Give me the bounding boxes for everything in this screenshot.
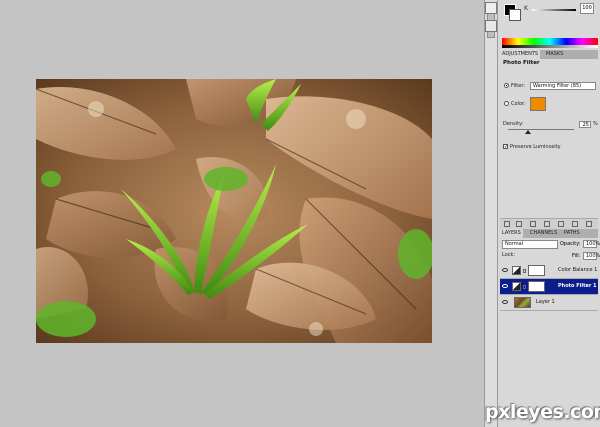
layer-name: Color Balance 1 bbox=[558, 267, 598, 273]
layer-image-thumbnail bbox=[514, 297, 531, 308]
filter-select[interactable]: Warming Filter (85) bbox=[530, 82, 596, 90]
return-to-list-icon[interactable] bbox=[504, 221, 510, 227]
k-channel-label: K bbox=[524, 5, 528, 12]
opacity-field[interactable]: 100% bbox=[583, 240, 600, 248]
density-slider-track[interactable] bbox=[508, 129, 574, 130]
adjustment-title: Photo Filter bbox=[503, 60, 540, 66]
expand-view-icon[interactable] bbox=[516, 221, 522, 227]
panel-dock-icon[interactable] bbox=[485, 20, 497, 32]
site-watermark: pxleyes.com bbox=[485, 401, 600, 423]
tab-paths[interactable]: PATHS bbox=[562, 229, 582, 238]
layers-tab-bar: LAYERS CHANNELS PATHS bbox=[500, 229, 598, 238]
vertical-scrollbar[interactable] bbox=[484, 0, 498, 427]
color-radio[interactable] bbox=[504, 101, 509, 106]
fill-label: Fill: bbox=[572, 253, 581, 259]
link-chain-icon[interactable] bbox=[523, 269, 526, 273]
fill-field[interactable]: 100% bbox=[583, 252, 600, 260]
adjustments-tab-bar: ADJUSTMENTS MASKS bbox=[500, 50, 598, 59]
photo-leaves-sprout[interactable] bbox=[36, 79, 432, 343]
link-chain-icon[interactable] bbox=[523, 285, 526, 289]
reset-icon[interactable] bbox=[572, 221, 578, 227]
density-value[interactable]: 25 bbox=[579, 121, 591, 128]
color-label: Color: bbox=[511, 101, 526, 107]
lock-label: Lock: bbox=[502, 252, 516, 258]
adjustment-layer-icon bbox=[512, 282, 521, 291]
grayscale-ramp[interactable] bbox=[502, 45, 598, 48]
color-spectrum-bar[interactable] bbox=[502, 38, 598, 45]
tab-adjustments[interactable]: ADJUSTMENTS bbox=[500, 50, 541, 59]
k-channel-slider[interactable] bbox=[532, 9, 576, 11]
opacity-label: Opacity: bbox=[560, 241, 581, 247]
layer-name: Photo Filter 1 bbox=[558, 283, 597, 289]
visibility-icon[interactable] bbox=[544, 221, 550, 227]
layer-row-photo-filter[interactable]: Photo Filter 1 bbox=[500, 279, 598, 295]
photo-image bbox=[36, 79, 432, 343]
clip-layer-icon[interactable] bbox=[530, 221, 536, 227]
panel-collapse-icon[interactable] bbox=[485, 2, 497, 14]
document-canvas[interactable] bbox=[0, 0, 484, 427]
visibility-eye-icon[interactable] bbox=[502, 300, 508, 304]
tab-channels[interactable]: CHANNELS bbox=[528, 229, 559, 238]
k-channel-value[interactable]: 100 bbox=[580, 3, 594, 14]
layer-row-color-balance[interactable]: Color Balance 1 bbox=[500, 263, 598, 279]
visibility-eye-icon[interactable] bbox=[502, 284, 508, 288]
filter-radio[interactable] bbox=[504, 83, 509, 88]
tab-masks[interactable]: MASKS bbox=[544, 50, 565, 59]
delete-adjustment-icon[interactable] bbox=[586, 221, 592, 227]
adjustments-footer bbox=[500, 218, 598, 229]
layer-mask-thumbnail[interactable] bbox=[528, 281, 545, 292]
density-label: Density: bbox=[503, 121, 524, 127]
adjustment-layer-icon bbox=[512, 266, 521, 275]
layer-row-layer-1[interactable]: Layer 1 bbox=[500, 295, 598, 311]
density-slider-handle[interactable] bbox=[525, 130, 531, 134]
density-unit: % bbox=[593, 121, 598, 127]
previous-state-icon[interactable] bbox=[558, 221, 564, 227]
preserve-luminosity-checkbox[interactable]: ✓ bbox=[503, 144, 508, 150]
tab-layers[interactable]: LAYERS bbox=[500, 229, 523, 238]
preserve-luminosity-label: Preserve Luminosity bbox=[510, 144, 561, 150]
color-panel: K 100 bbox=[502, 2, 598, 21]
filter-color-swatch[interactable] bbox=[530, 97, 546, 111]
layer-mask-thumbnail[interactable] bbox=[528, 265, 545, 276]
layer-name: Layer 1 bbox=[536, 299, 555, 305]
filter-label: Filter: bbox=[511, 83, 525, 89]
visibility-eye-icon[interactable] bbox=[502, 268, 508, 272]
background-color-swatch[interactable] bbox=[509, 9, 521, 21]
blend-mode-select[interactable]: Normal bbox=[502, 240, 558, 249]
